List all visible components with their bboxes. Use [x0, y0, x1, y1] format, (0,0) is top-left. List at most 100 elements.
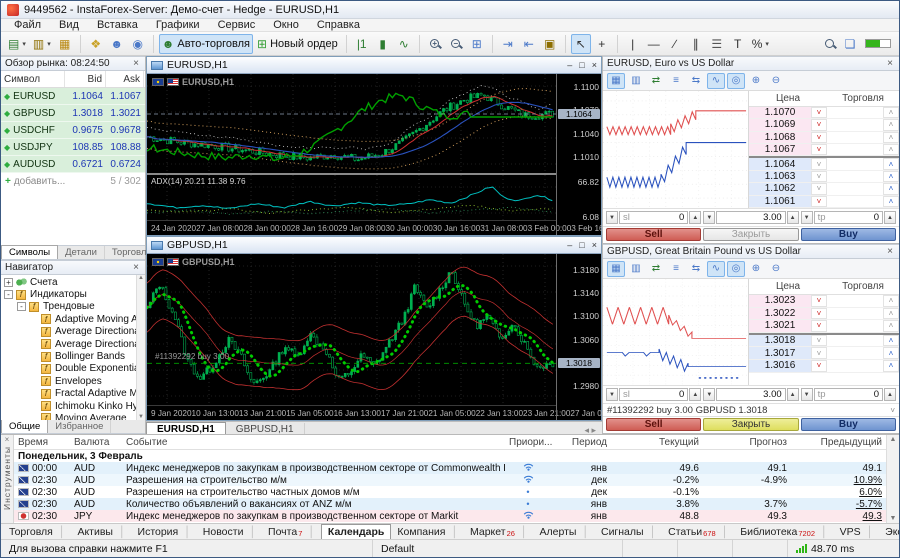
chat-icon[interactable]: ❏ — [840, 34, 860, 54]
deposit-icon[interactable]: ❖ — [86, 34, 106, 54]
buy-limit-button[interactable]: ˄ — [883, 347, 899, 359]
dom-header[interactable]: GBPUSD, Great Britain Pound vs US Dollar… — [603, 244, 899, 259]
buy-limit-button[interactable]: ˄ — [883, 308, 899, 320]
symbol-row-AUDUSD[interactable]: ◆AUDUSD0.67210.6724 — [1, 156, 145, 173]
tree-item[interactable]: fAdaptive Moving Average — [1, 313, 145, 325]
decrease-button[interactable]: ▼ — [606, 211, 618, 224]
symbol-row-GBPUSD[interactable]: ◆GBPUSD1.30181.3021 — [1, 105, 145, 122]
text-icon[interactable]: T — [728, 34, 748, 54]
dom-header[interactable]: EURUSD, Euro vs US Dollar × — [603, 56, 899, 71]
buy-limit-button[interactable]: ˄ — [883, 132, 899, 143]
increase-button[interactable]: ▲ — [884, 211, 896, 224]
buy-limit-button[interactable]: ˄ — [883, 171, 899, 182]
buy-limit-button[interactable]: ˄ — [883, 119, 899, 130]
status-connection[interactable]: 48.70 ms — [787, 540, 899, 557]
calendar-event-row[interactable]: 02:30AUDКоличество объявлений о вакансия… — [14, 498, 886, 510]
calendar-scrollbar[interactable]: ▲▼ — [886, 435, 899, 523]
profiles-icon[interactable]: ▥▾ — [30, 34, 54, 54]
buy-limit-button[interactable]: ˄ — [883, 320, 899, 332]
tree-item[interactable]: +Счета — [1, 276, 145, 288]
toolbox-tab-Новости[interactable]: Новости│ — [197, 525, 262, 539]
toolbox-tab-Активы[interactable]: Активы│ — [71, 525, 131, 539]
close-icon[interactable]: × — [592, 240, 597, 250]
tab-Избранное[interactable]: Избранное — [48, 420, 111, 433]
menu-Сервис[interactable]: Сервис — [209, 19, 265, 31]
tree-item[interactable]: fFractal Adaptive Moving Average — [1, 388, 145, 400]
close-icon[interactable]: × — [5, 435, 10, 444]
volume-value[interactable]: 3.00 — [716, 388, 785, 401]
tree-item[interactable]: fEnvelopes — [1, 375, 145, 387]
sell-limit-button[interactable]: ˅ — [811, 320, 827, 332]
calendar-event-row[interactable]: 02:30JPYИндекс менеджеров по закупкам в … — [14, 510, 886, 522]
tick-chart[interactable] — [603, 279, 749, 385]
broadcast-icon[interactable]: ◉ — [128, 34, 148, 54]
dom-price[interactable]: 1.1064 — [749, 158, 811, 169]
gbpusd-chart-plot[interactable]: GBPUSD,H1 #11392292 buy 3.00 — [147, 254, 556, 405]
chart-mode-icon[interactable]: ▦ — [607, 73, 625, 89]
bars-icon[interactable]: |1 — [352, 34, 372, 54]
dom-price[interactable]: 1.1062 — [749, 183, 811, 194]
market-watch-columns[interactable]: Символ Bid Ask — [1, 71, 145, 88]
navigator-scrollbar[interactable]: ▲▼ — [136, 275, 145, 420]
tick-chart-icon[interactable]: ∿ — [707, 73, 725, 89]
increase-button[interactable]: ▲ — [884, 388, 896, 401]
grouped-icon[interactable]: ◎ — [727, 261, 745, 277]
arrows-icon[interactable]: %▾ — [749, 34, 772, 54]
vline-icon[interactable]: | — [623, 34, 643, 54]
close-icon[interactable]: × — [131, 58, 141, 69]
zoom-in-icon[interactable]: ⊕ — [747, 73, 765, 89]
sell-limit-button[interactable]: ˅ — [811, 144, 827, 155]
schedule-icon[interactable]: ▥ — [627, 261, 645, 277]
buy-limit-button[interactable]: ˄ — [883, 107, 899, 118]
maximize-icon[interactable]: □ — [579, 240, 584, 250]
take-profit-value[interactable]: tp0 — [814, 388, 883, 401]
menu-Окно[interactable]: Окно — [264, 19, 308, 31]
maximize-icon[interactable]: □ — [579, 60, 584, 70]
sell-button[interactable]: Sell — [606, 228, 701, 241]
close-button[interactable]: Закрыть — [703, 228, 798, 241]
dom-price[interactable]: 1.3022 — [749, 308, 811, 320]
decrease-button[interactable]: ▼ — [703, 388, 715, 401]
sell-limit-button[interactable]: ˅ — [811, 308, 827, 320]
dom-price[interactable]: 1.1063 — [749, 171, 811, 182]
history-center-icon[interactable]: ▦ — [55, 34, 75, 54]
minimize-icon[interactable]: – — [567, 60, 572, 70]
title-bar[interactable]: 9449562 - InstaForex-Server: Демо-счет -… — [1, 1, 899, 19]
trendline-icon[interactable]: ∕ — [665, 34, 685, 54]
chart-window-eurusd[interactable]: EURUSD,H1 – □ × EURUSD,H1 — [146, 56, 602, 236]
crosshair-icon[interactable]: + — [592, 34, 612, 54]
dom-price[interactable]: 1.1069 — [749, 119, 811, 130]
chart-mode-icon[interactable]: ▦ — [607, 261, 625, 277]
toolbox-tab-Сигналы[interactable]: Сигналы│ — [595, 525, 662, 539]
sell-limit-button[interactable]: ˅ — [811, 107, 827, 118]
tree-item[interactable]: fIchimoku Kinko Hyo — [1, 400, 145, 412]
cursor-icon[interactable]: ↖ — [571, 34, 591, 54]
sell-limit-button[interactable]: ˅ — [811, 295, 827, 307]
dom-price[interactable]: 1.1068 — [749, 132, 811, 143]
toolbox-tab-VPS[interactable]: VPS│ — [834, 525, 880, 539]
buy-button[interactable]: Buy — [801, 418, 896, 431]
toolbox-tab-Календарь[interactable]: Календарь — [321, 524, 391, 539]
chart-window-titlebar[interactable]: GBPUSD,H1 – □ × — [147, 237, 601, 253]
increase-button[interactable]: ▲ — [689, 388, 701, 401]
buy-limit-button[interactable]: ˄ — [883, 360, 899, 372]
symbol-row-EURUSD[interactable]: ◆EURUSD1.10641.1067 — [1, 88, 145, 105]
sell-limit-button[interactable]: ˅ — [811, 335, 827, 347]
tree-item[interactable]: fAverage Directional Movement Index — [1, 326, 145, 338]
dom-price[interactable]: 1.1067 — [749, 144, 811, 155]
tree-item[interactable]: fAverage Directional Movement Index Wild… — [1, 338, 145, 350]
search-icon[interactable] — [819, 34, 839, 54]
tab-Общие[interactable]: Общие — [1, 419, 48, 433]
grouped-icon[interactable]: ◎ — [727, 73, 745, 89]
sell-limit-button[interactable]: ˅ — [811, 132, 827, 143]
sell-limit-button[interactable]: ˅ — [811, 158, 827, 169]
toolbox-tab-Эксперты[interactable]: Эксперты│ — [879, 525, 900, 539]
chart-window-gbpusd[interactable]: GBPUSD,H1 – □ × GBPUSD,H1 — [146, 236, 602, 421]
fibo-icon[interactable]: ☰ — [707, 34, 727, 54]
zoom-in-icon[interactable]: ⊕ — [747, 261, 765, 277]
sell-limit-button[interactable]: ˅ — [811, 171, 827, 182]
symbol-row-USDJPY[interactable]: ◆USDJPY108.85108.88 — [1, 139, 145, 156]
buy-limit-button[interactable]: ˄ — [883, 144, 899, 155]
dom-price[interactable]: 1.3021 — [749, 320, 811, 332]
dom-col-price[interactable]: Цена — [749, 281, 827, 292]
